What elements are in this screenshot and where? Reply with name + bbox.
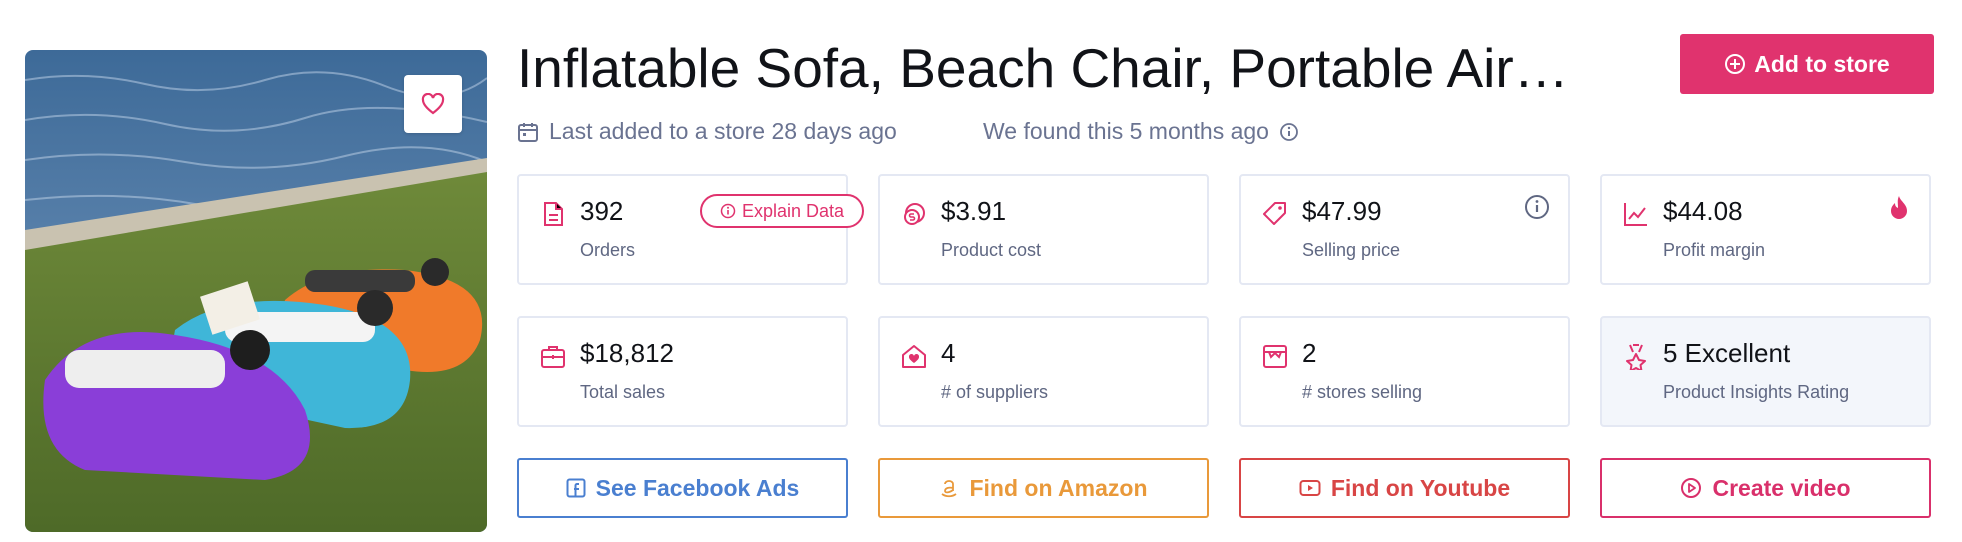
last-added-text: Last added to a store 28 days ago — [549, 118, 897, 144]
play-circle-icon — [1681, 478, 1702, 498]
youtube-icon — [1299, 480, 1321, 496]
stat-value: 4 — [941, 338, 956, 368]
stat-label: Selling price — [1302, 240, 1401, 260]
add-to-store-button[interactable]: Add to store — [1680, 34, 1934, 94]
stat-value: $3.91 — [941, 196, 1007, 226]
found-info: We found this 5 months ago — [983, 118, 1299, 145]
calendar-icon — [518, 122, 538, 142]
stat-value: 2 — [1302, 338, 1317, 368]
facebook-icon — [566, 478, 586, 498]
award-icon — [1626, 344, 1646, 370]
price-tag-icon — [1263, 202, 1286, 225]
create-video-label: Create video — [1712, 474, 1851, 501]
info-icon[interactable] — [1279, 122, 1299, 142]
see-facebook-ads-button[interactable]: See Facebook Ads — [517, 458, 848, 518]
facebook-label: See Facebook Ads — [595, 474, 800, 501]
stat-value: $47.99 — [1302, 196, 1382, 226]
house-heart-icon — [902, 345, 926, 368]
explain-data-label: Explain Data — [741, 200, 845, 221]
stat-label: # of suppliers — [941, 382, 1049, 402]
favorite-button[interactable] — [404, 75, 462, 133]
info-icon[interactable] — [1524, 194, 1550, 220]
stat-card-suppliers: 4 # of suppliers — [878, 316, 1209, 427]
trend-chart-icon — [1624, 203, 1647, 226]
product-title: Inflatable Sofa, Beach Chair, Portable A… — [517, 37, 1577, 99]
found-text: We found this 5 months ago — [983, 118, 1269, 144]
product-detail-page: Inflatable Sofa, Beach Chair, Portable A… — [0, 0, 1962, 542]
stat-label: Profit margin — [1663, 240, 1766, 260]
heart-icon — [421, 93, 445, 115]
stat-card-rating: 5 Excellent Product Insights Rating — [1600, 316, 1931, 427]
storefront-icon — [1263, 345, 1287, 368]
coins-icon — [904, 203, 925, 225]
stat-value: 392 — [580, 196, 624, 226]
document-icon — [544, 202, 563, 226]
stat-value: 5 Excellent — [1663, 338, 1791, 368]
stat-value: $44.08 — [1663, 196, 1743, 226]
stat-label: Total sales — [580, 382, 666, 402]
stat-label: # stores selling — [1302, 382, 1423, 402]
youtube-label: Find on Youtube — [1330, 474, 1511, 501]
stat-value: $18,812 — [580, 338, 674, 368]
find-on-youtube-button[interactable]: Find on Youtube — [1239, 458, 1570, 518]
stat-card-total-sales: $18,812 Total sales — [517, 316, 848, 427]
last-added-info: Last added to a store 28 days ago — [517, 118, 897, 145]
stat-label: Product Insights Rating — [1663, 382, 1850, 402]
find-on-amazon-button[interactable]: Find on Amazon — [878, 458, 1209, 518]
explain-data-button[interactable]: Explain Data — [700, 194, 864, 228]
stat-card-product-cost: $3.91 Product cost — [878, 174, 1209, 285]
info-icon — [720, 203, 736, 219]
briefcase-icon — [541, 346, 565, 368]
stat-card-orders: 392 Orders — [517, 174, 848, 285]
plus-circle-icon — [1725, 54, 1746, 74]
create-video-button[interactable]: Create video — [1600, 458, 1931, 518]
add-to-store-label: Add to store — [1754, 50, 1890, 77]
stat-card-selling-price: $47.99 Selling price — [1239, 174, 1570, 285]
amazon-label: Find on Amazon — [969, 474, 1148, 501]
stat-label: Product cost — [941, 240, 1042, 260]
flame-icon — [1891, 196, 1907, 219]
stat-card-stores-selling: 2 # stores selling — [1239, 316, 1570, 427]
stat-label: Orders — [580, 240, 636, 260]
amazon-icon — [941, 480, 958, 498]
stat-card-profit-margin: $44.08 Profit margin — [1600, 174, 1931, 285]
